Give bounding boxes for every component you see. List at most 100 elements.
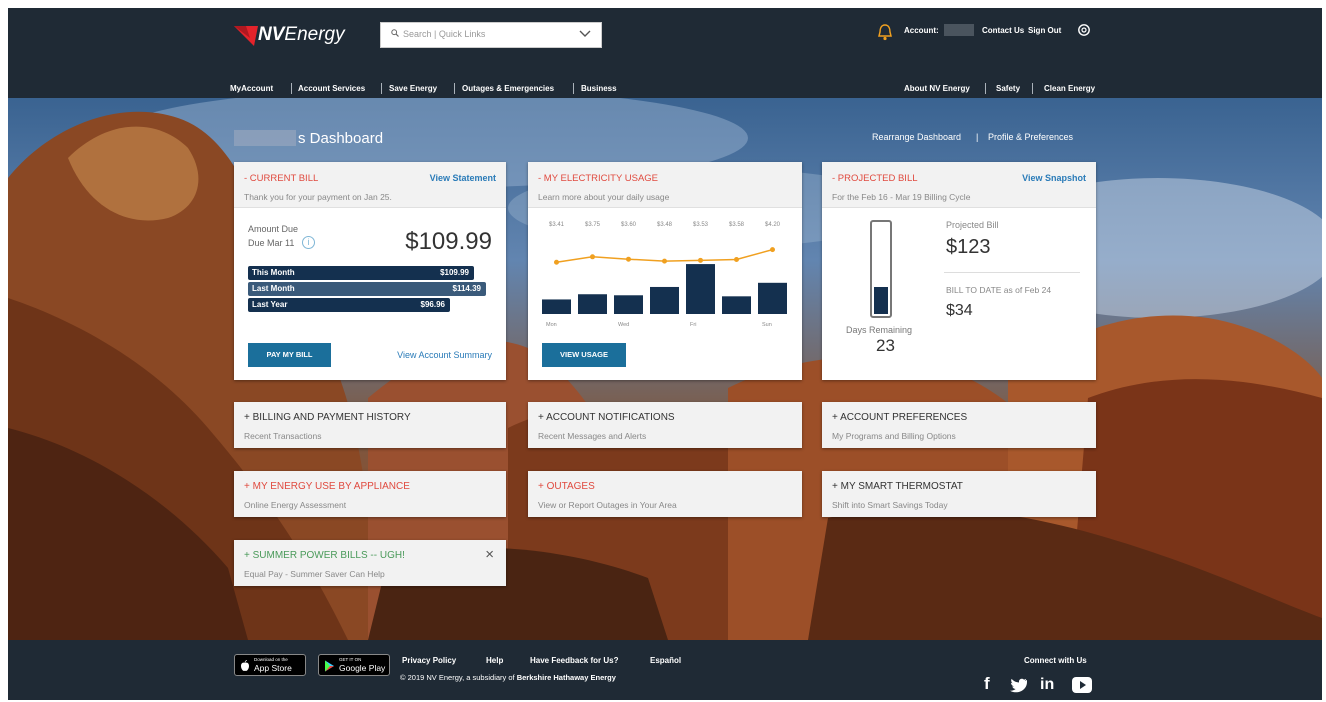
energy-use-by-appliance-card[interactable]: + MY ENERGY USE BY APPLIANCE Online Ener… (234, 471, 506, 517)
account-notifications-card[interactable]: + ACCOUNT NOTIFICATIONS Recent Messages … (528, 402, 802, 448)
logo-text-bold: NV (258, 24, 285, 45)
price-point (554, 259, 559, 265)
nav-safety[interactable]: Safety (996, 84, 1020, 93)
copyright-company: Berkshire Hathaway Energy (516, 673, 616, 682)
quick-links-search[interactable]: Search | Quick Links (380, 22, 602, 48)
view-statement-link[interactable]: View Statement (430, 173, 496, 183)
account-preferences-card[interactable]: + ACCOUNT PREFERENCES My Programs and Bi… (822, 402, 1096, 448)
app-store-badge[interactable]: Download on the App Store (234, 654, 306, 676)
projected-bill-value: $123 (946, 236, 991, 258)
price-point (698, 257, 703, 263)
outages-card[interactable]: + OUTAGES View or Report Outages in Your… (528, 471, 802, 517)
info-icon[interactable]: i (302, 236, 315, 249)
help-link[interactable]: Help (486, 656, 503, 665)
close-icon[interactable]: × (485, 546, 494, 563)
chevron-down-icon[interactable] (579, 30, 591, 38)
view-account-summary-link[interactable]: View Account Summary (397, 350, 492, 360)
privacy-policy-link[interactable]: Privacy Policy (402, 656, 456, 665)
price-label: $4.20 (765, 222, 781, 228)
connect-with-us-label: Connect with Us (1024, 656, 1087, 665)
usage-bar (758, 282, 787, 314)
search-icon (391, 29, 399, 37)
bill-row-label: Last Year (252, 300, 288, 309)
nav-divider (985, 83, 986, 94)
nav-about-nv-energy[interactable]: About NV Energy (904, 84, 970, 93)
price-label: $3.60 (621, 222, 637, 228)
bill-row-value: $114.39 (452, 284, 481, 293)
google-play-badge[interactable]: GET IT ON Google Play (318, 654, 390, 676)
electricity-usage-subtitle: Learn more about your daily usage (538, 192, 670, 202)
nav-myaccount[interactable]: MyAccount (230, 84, 273, 93)
card-title: + ACCOUNT NOTIFICATIONS (538, 412, 675, 423)
price-label: $3.53 (693, 222, 709, 228)
nav-outages-emergencies[interactable]: Outages & Emergencies (462, 84, 554, 93)
feedback-link[interactable]: Have Feedback for Us? (530, 656, 618, 665)
google-play-text: Google Play (339, 663, 386, 673)
price-label: $3.48 (657, 222, 673, 228)
price-label: $3.41 (549, 222, 565, 228)
nav-account-services[interactable]: Account Services (298, 84, 365, 93)
card-title: + ACCOUNT PREFERENCES (832, 412, 968, 423)
usage-bar (722, 296, 751, 314)
app-store-small-text: Download on the (254, 657, 288, 662)
current-bill-subtitle: Thank you for your payment on Jan 25. (244, 192, 392, 202)
usage-chart[interactable]: $3.41 $3.75 $3.60 $3.48 $3.53 $3.58 $4.20 Mon We… (528, 214, 802, 334)
browser-viewport: NVEnergy Search | Quick Links Account: C… (8, 8, 1322, 700)
nav-divider (454, 83, 455, 94)
search-placeholder: Search | Quick Links (403, 29, 486, 39)
nav-save-energy[interactable]: Save Energy (389, 84, 437, 93)
current-bill-title[interactable]: - CURRENT BILL (244, 173, 318, 184)
nav-divider (1032, 83, 1033, 94)
price-label: $3.75 (585, 222, 601, 228)
amount-due-label: Amount Due (248, 224, 299, 234)
notification-bell-icon[interactable] (876, 23, 894, 41)
espanol-link[interactable]: Español (650, 656, 681, 665)
electricity-usage-title[interactable]: - MY ELECTRICITY USAGE (538, 173, 658, 184)
projected-bill-title[interactable]: - PROJECTED BILL (832, 173, 918, 184)
dashboard-hero: s Dashboard Rearrange Dashboard | Profil… (8, 98, 1322, 640)
nav-clean-energy[interactable]: Clean Energy (1044, 84, 1095, 93)
current-bill-card: - CURRENT BILL View Statement Thank you … (234, 162, 506, 380)
price-point (626, 256, 631, 262)
smart-thermostat-card[interactable]: + MY SMART THERMOSTAT Shift into Smart S… (822, 471, 1096, 517)
bill-row-label: This Month (252, 268, 295, 277)
nav-business[interactable]: Business (581, 84, 617, 93)
card-subtitle: My Programs and Billing Options (832, 431, 956, 441)
day-label: Sun (762, 322, 772, 328)
copyright-text: © 2019 NV Energy, a subsidiary of Berksh… (400, 673, 616, 682)
facebook-icon[interactable]: f (984, 674, 990, 694)
twitter-icon[interactable] (1010, 678, 1028, 694)
bill-to-date-value: $34 (946, 302, 973, 319)
billing-cycle-progress-tube (870, 220, 892, 318)
bill-comparison-last-year: Last Year $96.96 (248, 298, 450, 312)
card-title: + MY ENERGY USE BY APPLIANCE (244, 481, 410, 492)
card-title: + SUMMER POWER BILLS -- UGH! (244, 550, 405, 561)
price-label: $3.58 (729, 222, 745, 228)
divider (944, 272, 1080, 273)
usage-bar (542, 299, 571, 314)
nv-energy-logo[interactable]: NVEnergy (234, 22, 354, 48)
dashboard-title: s Dashboard (298, 130, 384, 147)
site-header: NVEnergy Search | Quick Links Account: C… (8, 8, 1322, 98)
gear-icon[interactable] (1077, 23, 1091, 37)
card-title: + MY SMART THERMOSTAT (832, 481, 963, 492)
rearrange-dashboard-link[interactable]: Rearrange Dashboard (872, 132, 961, 142)
profile-preferences-link[interactable]: Profile & Preferences (988, 132, 1073, 142)
summer-power-bills-card[interactable]: + SUMMER POWER BILLS -- UGH! Equal Pay -… (234, 540, 506, 586)
sign-out-link[interactable]: Sign Out (1028, 26, 1061, 35)
billing-cycle-progress-fill (874, 287, 888, 314)
card-header: - MY ELECTRICITY USAGE Learn more about … (528, 162, 802, 208)
pay-my-bill-button[interactable]: PAY MY BILL (248, 343, 331, 367)
youtube-icon[interactable] (1072, 677, 1092, 693)
projected-bill-subtitle: For the Feb 16 - Mar 19 Billing Cycle (832, 192, 971, 202)
billing-payment-history-card[interactable]: + BILLING AND PAYMENT HISTORY Recent Tra… (234, 402, 506, 448)
logo-mark-icon (234, 26, 258, 46)
usage-bar (650, 286, 679, 314)
contact-us-link[interactable]: Contact Us (982, 26, 1024, 35)
view-usage-button[interactable]: VIEW USAGE (542, 343, 626, 367)
usage-bar (578, 294, 607, 314)
account-label: Account: (904, 26, 939, 35)
card-subtitle: Online Energy Assessment (244, 500, 347, 510)
view-snapshot-link[interactable]: View Snapshot (1022, 173, 1086, 183)
linkedin-icon[interactable]: in (1040, 676, 1054, 694)
